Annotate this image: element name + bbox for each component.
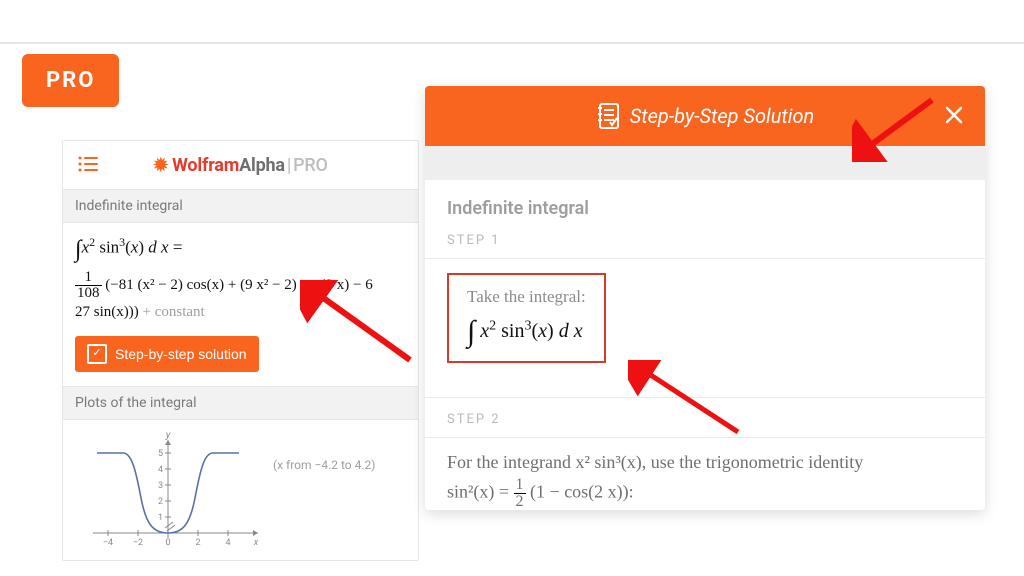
step-by-step-solution-button[interactable]: ✓ Step-by-step solution [75, 336, 259, 372]
notebook-icon [596, 102, 620, 130]
step-1-integral: ∫ x2 sin3(x) d x [467, 315, 586, 349]
close-button[interactable] [941, 102, 967, 128]
svg-text:5: 5 [158, 449, 163, 459]
svg-text:4: 4 [158, 465, 163, 475]
plus-constant: + constant [139, 304, 205, 320]
half-den: 2 [514, 494, 526, 510]
svg-text:−2: −2 [133, 538, 143, 548]
wolfram-alpha-logo: ✹WolframAlpha|PRO [153, 155, 327, 176]
step-1-highlight-box: Take the integral: ∫ x2 sin3(x) d x [447, 273, 606, 363]
integral-lhs: ∫x2 sin3(x) d x = [75, 235, 406, 264]
svg-text:y: y [165, 430, 171, 441]
spikey-icon: ✹ [153, 155, 168, 176]
ss-section-title: Indefinite integral [425, 180, 985, 233]
wa-header: ✹WolframAlpha|PRO [63, 141, 418, 189]
menu-icon[interactable] [77, 155, 99, 173]
expr-b: 27 sin(x))) [75, 304, 139, 320]
svg-text:0: 0 [165, 538, 170, 548]
brand-alpha: Alpha [239, 155, 285, 176]
svg-text:2: 2 [195, 538, 200, 548]
expr-a: (−81 (x² − 2) cos(x) + (9 x² − 2) cos(3 … [105, 277, 373, 293]
step-btn-label: Step-by-step solution [115, 346, 247, 362]
take-integral-text: Take the integral: [467, 287, 586, 307]
pro-badge: PRO [22, 54, 119, 107]
step-panel-header: Step-by-Step Solution [425, 86, 985, 146]
svg-text:1: 1 [158, 513, 163, 523]
integral-plot: y 1 2 3 4 5 −4 −2 0 2 4 x [73, 428, 263, 548]
brand-wolfram: Wolfram [172, 155, 239, 176]
section-indefinite-integral: Indefinite integral [63, 189, 418, 223]
checkbox-icon: ✓ [87, 344, 107, 364]
wa-result-body: ∫x2 sin3(x) d x = 1108 (−81 (x² − 2) cos… [63, 223, 418, 386]
step-2-left: sin²(x) = [447, 481, 514, 501]
half-num: 1 [514, 477, 526, 494]
plot-area: y 1 2 3 4 5 −4 −2 0 2 4 x [63, 420, 418, 560]
svg-text:3: 3 [158, 481, 163, 491]
step-by-step-panel: Step-by-Step Solution Indefinite integra… [425, 86, 985, 510]
step-1-label: STEP 1 [425, 233, 985, 259]
integral-result: 1108 (−81 (x² − 2) cos(x) + (9 x² − 2) c… [75, 270, 406, 324]
step-2-text: For the integrand x² sin³(x), use the tr… [425, 438, 985, 510]
step-panel-subheader [425, 146, 985, 180]
svg-text:2: 2 [158, 497, 163, 507]
section-plots: Plots of the integral [63, 386, 418, 420]
step-2-right: (1 − cos(2 x)): [526, 481, 634, 501]
frac-num: 1 [75, 270, 102, 286]
step-2-label: STEP 2 [425, 397, 985, 438]
brand-pro: PRO [293, 155, 328, 176]
brand-pipe: | [287, 155, 291, 176]
frac-den: 108 [75, 286, 102, 301]
step-2-line1: For the integrand x² sin³(x), use the tr… [447, 452, 863, 472]
svg-text:4: 4 [225, 538, 230, 548]
svg-text:x: x [253, 538, 259, 548]
close-icon [944, 105, 964, 125]
wolfram-alpha-card: ✹WolframAlpha|PRO Indefinite integral ∫x… [62, 140, 419, 561]
step-panel-title: Step-by-Step Solution [630, 104, 815, 128]
plot-range-note: (x from −4.2 to 4.2) [273, 458, 375, 472]
top-divider [0, 42, 1024, 44]
svg-text:−4: −4 [103, 538, 113, 548]
